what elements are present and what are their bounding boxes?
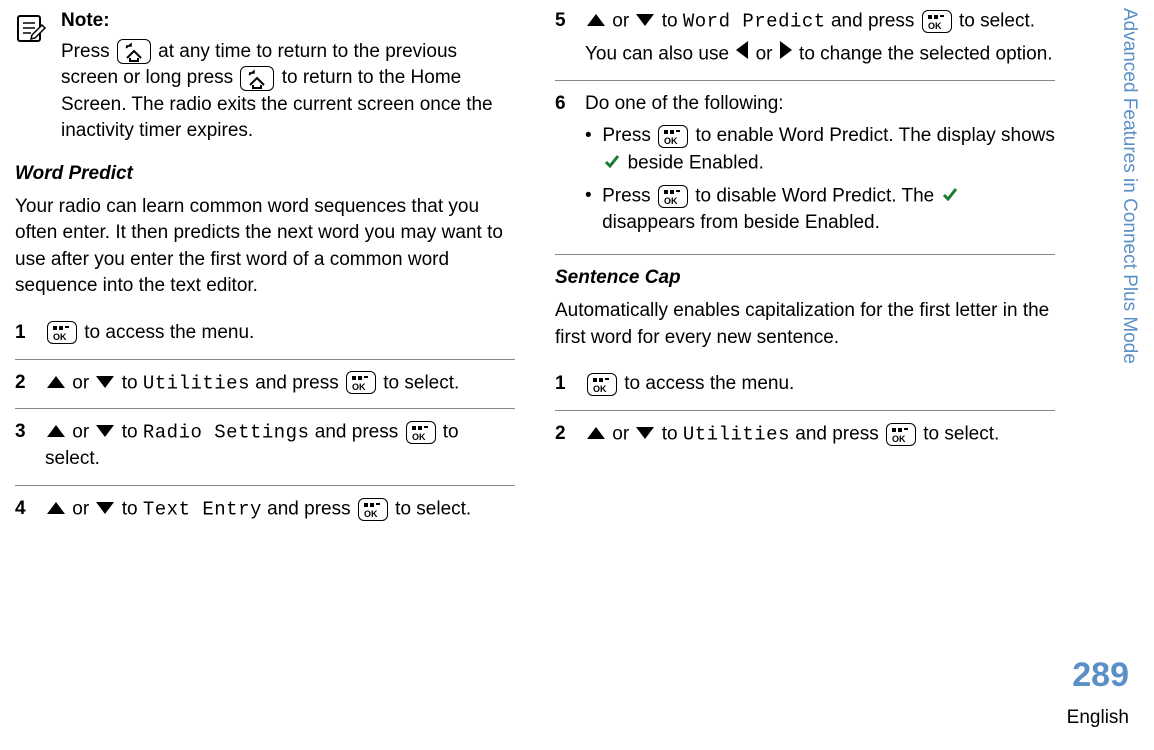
step-number: 6 xyxy=(555,91,571,243)
svg-text:OK: OK xyxy=(364,509,378,518)
down-triangle-icon xyxy=(636,8,654,35)
up-triangle-icon xyxy=(587,8,605,35)
check-icon xyxy=(942,183,958,210)
word-predict-intro: Your radio can learn common word sequenc… xyxy=(15,194,515,300)
down-triangle-icon xyxy=(96,419,114,446)
step-text: or to Word Predict and press OK to selec… xyxy=(585,8,1055,68)
step-number: 2 xyxy=(555,421,571,448)
step-number: 5 xyxy=(555,8,571,68)
ok-key-icon: OK xyxy=(587,373,617,396)
ok-key-icon: OK xyxy=(346,371,376,394)
step-number: 4 xyxy=(15,496,31,523)
bullet-dot: • xyxy=(585,183,592,237)
svg-text:OK: OK xyxy=(53,332,67,341)
step-row: 1 OK to access the menu. xyxy=(15,310,515,360)
up-triangle-icon xyxy=(47,370,65,397)
step-row: 5 or to Word Predict and press OK to sel… xyxy=(555,8,1055,81)
step-row: 3 or to Radio Settings and press OK to s… xyxy=(15,409,515,486)
step-number: 3 xyxy=(15,419,31,473)
ok-key-icon: OK xyxy=(358,498,388,521)
ok-key-icon: OK xyxy=(406,421,436,444)
ok-key-icon: OK xyxy=(658,125,688,148)
edit-note-icon xyxy=(15,10,49,145)
step-text: OK to access the menu. xyxy=(45,320,515,347)
step-number: 1 xyxy=(555,371,571,398)
step-row: 1 OK to access the menu. xyxy=(555,361,1055,411)
svg-text:OK: OK xyxy=(593,384,607,393)
sentence-cap-intro: Automatically enables capitalization for… xyxy=(555,298,1055,351)
step-number: 2 xyxy=(15,370,31,397)
step-row: 6 Do one of the following: • Press OK to… xyxy=(555,81,1055,256)
home-key-icon xyxy=(117,39,151,64)
ok-key-icon: OK xyxy=(922,10,952,33)
svg-text:OK: OK xyxy=(352,382,366,391)
step-text: or to Text Entry and press OK to select. xyxy=(45,496,515,523)
language-label: English xyxy=(1067,705,1129,732)
step-text: OK to access the menu. xyxy=(585,371,1055,398)
note-title: Note: xyxy=(61,8,515,35)
home-key-icon xyxy=(240,66,274,91)
down-triangle-icon xyxy=(96,370,114,397)
svg-text:OK: OK xyxy=(928,21,942,30)
svg-text:OK: OK xyxy=(664,136,678,145)
check-icon xyxy=(604,150,620,177)
note-block: Note: Press at any time to return to the… xyxy=(15,8,515,145)
page-number: 289 xyxy=(1072,652,1129,700)
word-predict-heading: Word Predict xyxy=(15,161,515,188)
sidebar-title: Advanced Features in Connect Plus Mode xyxy=(1115,8,1142,508)
step-row: 2 or to Utilities and press OK to select… xyxy=(555,411,1055,460)
sentence-cap-heading: Sentence Cap xyxy=(555,265,1055,292)
svg-text:OK: OK xyxy=(892,434,906,443)
ok-key-icon: OK xyxy=(886,423,916,446)
svg-text:OK: OK xyxy=(412,432,426,441)
down-triangle-icon xyxy=(96,496,114,523)
up-triangle-icon xyxy=(47,496,65,523)
up-triangle-icon xyxy=(587,421,605,448)
left-triangle-icon xyxy=(736,41,748,68)
step-row: 2 or to Utilities and press OK to select… xyxy=(15,360,515,410)
ok-key-icon: OK xyxy=(47,321,77,344)
step-text: Do one of the following: • Press OK to e… xyxy=(585,91,1055,243)
ok-key-icon: OK xyxy=(658,185,688,208)
step-text: or to Radio Settings and press OK to sel… xyxy=(45,419,515,473)
step-text: or to Utilities and press OK to select. xyxy=(585,421,1055,448)
bullet-dot: • xyxy=(585,123,592,177)
right-triangle-icon xyxy=(780,41,792,68)
up-triangle-icon xyxy=(47,419,65,446)
step-number: 1 xyxy=(15,320,31,347)
note-text: Press at any time to return to the previ… xyxy=(61,39,515,145)
svg-text:OK: OK xyxy=(664,196,678,205)
step-text: or to Utilities and press OK to select. xyxy=(45,370,515,397)
step-row: 4 or to Text Entry and press OK to selec… xyxy=(15,486,515,535)
down-triangle-icon xyxy=(636,421,654,448)
